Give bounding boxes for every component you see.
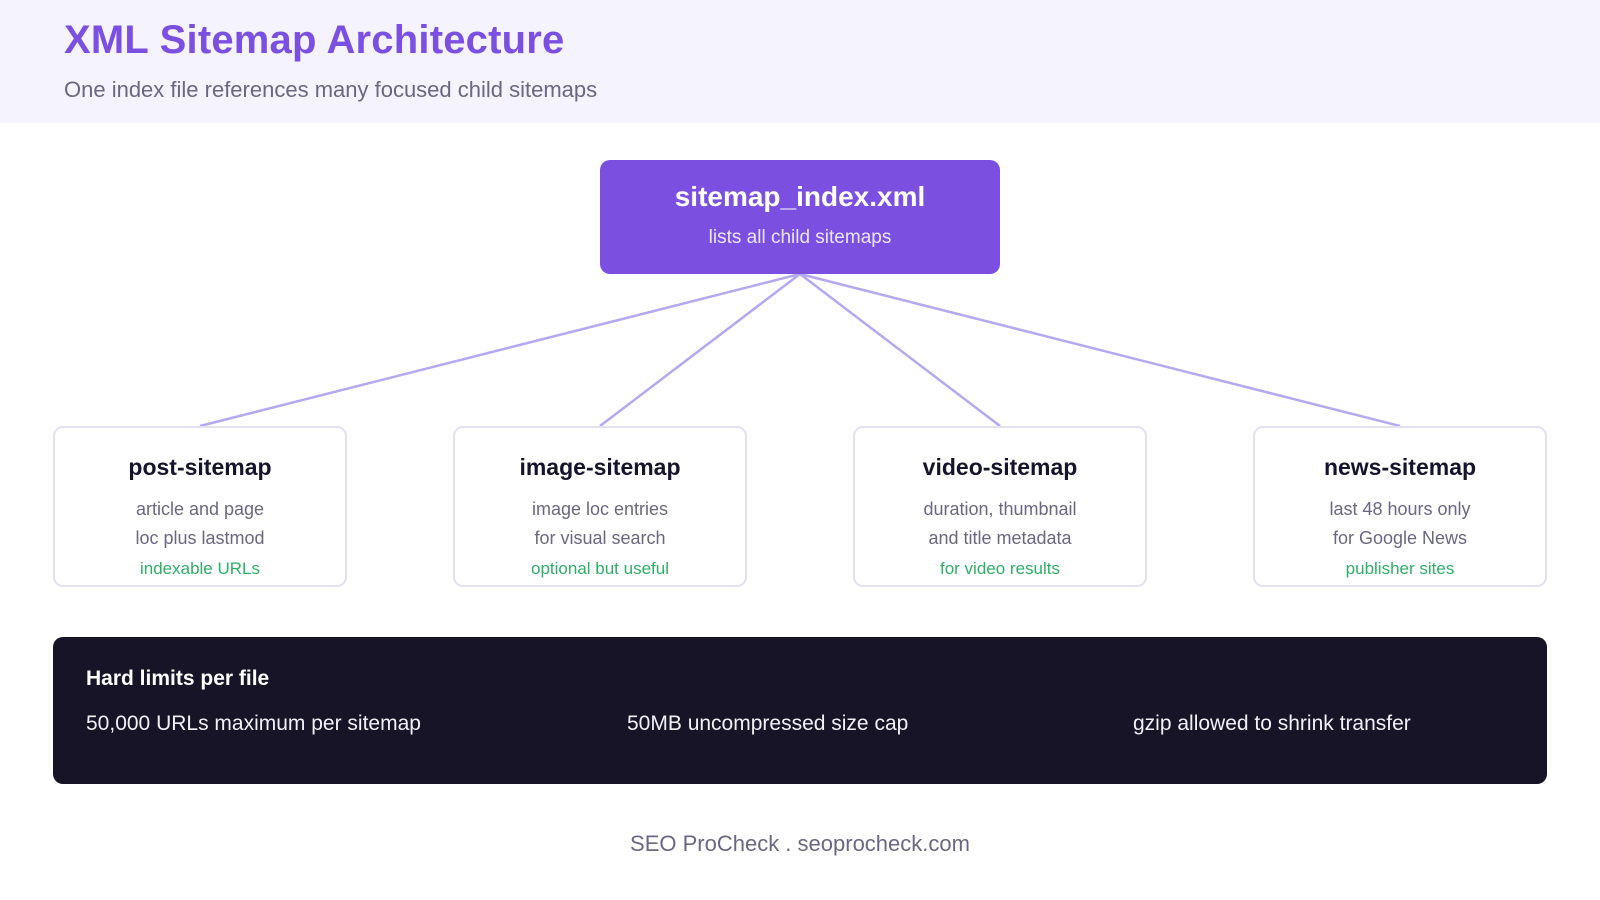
- child-node-line: duration, thumbnail: [923, 499, 1077, 519]
- index-node-subtitle: lists all child sitemaps: [708, 227, 892, 248]
- footer-credit: SEO ProCheck . seoprocheck.com: [630, 831, 970, 856]
- child-node-line: and title metadata: [928, 528, 1072, 548]
- child-node-note: indexable URLs: [139, 559, 260, 578]
- child-node-note: publisher sites: [1345, 559, 1455, 578]
- limit-item: gzip allowed to shrink transfer: [1133, 712, 1411, 735]
- child-node-title: video-sitemap: [922, 454, 1078, 480]
- child-node-line: last 48 hours only: [1329, 499, 1471, 519]
- index-node-title: sitemap_index.xml: [674, 181, 926, 212]
- child-node-line: for visual search: [534, 528, 666, 548]
- child-node-image-sitemap: image-sitemap image loc entries for visu…: [453, 426, 747, 587]
- sitemap-index-node: sitemap_index.xml lists all child sitema…: [600, 160, 1000, 274]
- connector-news: [799, 272, 1401, 428]
- child-node-title: image-sitemap: [519, 454, 681, 480]
- child-node-note: for video results: [940, 559, 1060, 578]
- connector-image: [599, 273, 801, 427]
- child-node-post-sitemap: post-sitemap article and page loc plus l…: [53, 426, 347, 587]
- limit-item: 50,000 URLs maximum per sitemap: [86, 712, 421, 735]
- child-node-title: news-sitemap: [1323, 454, 1477, 480]
- child-node-news-sitemap: news-sitemap last 48 hours only for Goog…: [1253, 426, 1547, 587]
- child-node-line: article and page: [135, 499, 265, 519]
- child-node-line: for Google News: [1332, 528, 1468, 548]
- connector-video: [799, 273, 1001, 427]
- child-node-line: loc plus lastmod: [135, 528, 265, 548]
- limits-title: Hard limits per file: [86, 667, 270, 690]
- child-node-video-sitemap: video-sitemap duration, thumbnail and ti…: [853, 426, 1147, 587]
- child-node-note: optional but useful: [531, 559, 669, 578]
- child-node-title: post-sitemap: [128, 454, 272, 480]
- page: XML Sitemap Architecture One index file …: [0, 0, 1600, 900]
- limit-item: 50MB uncompressed size cap: [627, 712, 909, 735]
- limits-panel: Hard limits per file 50,000 URLs maximum…: [53, 637, 1547, 784]
- connector-post: [199, 272, 801, 428]
- child-node-line: image loc entries: [531, 499, 669, 519]
